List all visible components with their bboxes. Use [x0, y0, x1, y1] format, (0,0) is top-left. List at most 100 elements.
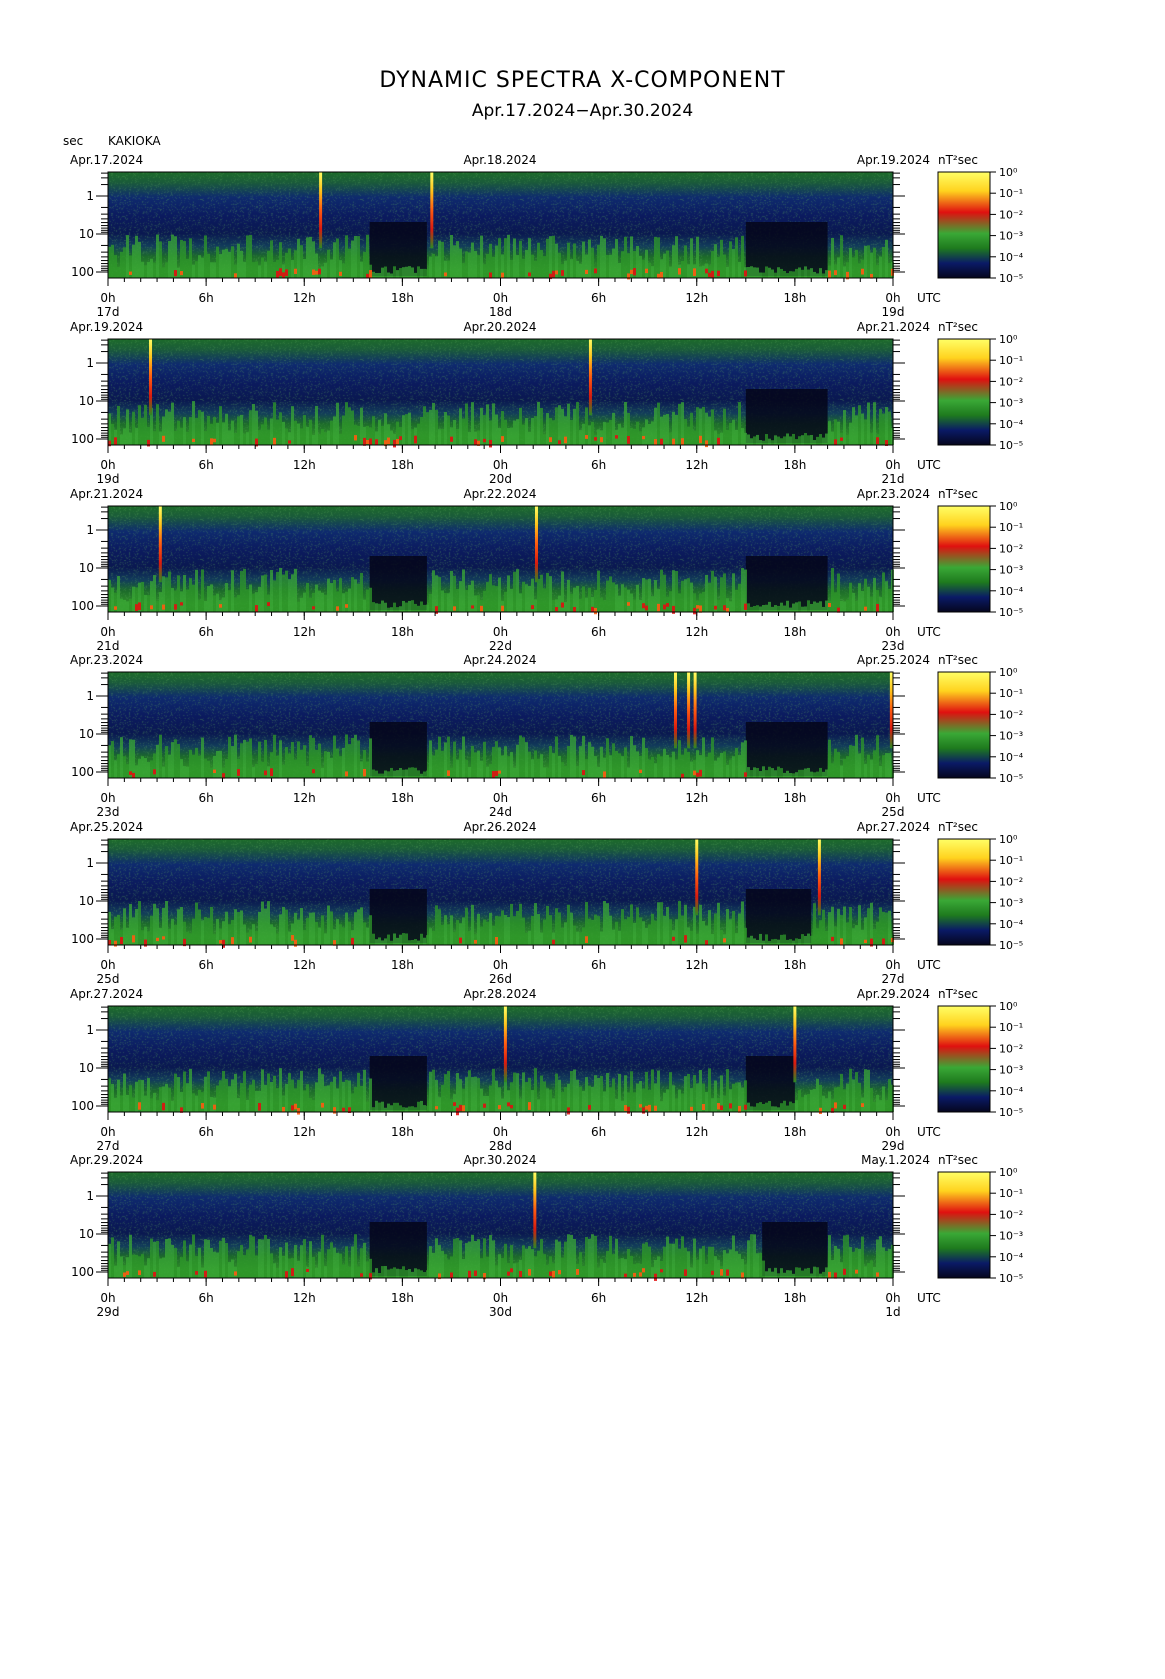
time-tick-label: 6h: [591, 958, 606, 972]
colorbar-tick-label: 10⁻¹: [999, 687, 1023, 700]
period-tick-label: 10: [79, 727, 94, 741]
colorbar-tick-label: 10⁻⁵: [999, 1106, 1023, 1119]
time-axis: [107, 1278, 894, 1286]
spectrogram-panel-6: Apr.27.2024 Apr.28.2024 Apr.29.2024 1 10 100 0…: [70, 987, 1024, 1153]
day-label: 24d: [489, 805, 512, 819]
period-tick-label: 100: [71, 765, 94, 779]
time-tick-label: 0h: [100, 1291, 115, 1305]
time-unit-label: UTC: [917, 625, 941, 639]
time-tick-label: 0h: [100, 625, 115, 639]
time-tick-label: 0h: [493, 791, 508, 805]
day-label: 23d: [882, 639, 905, 653]
spike-mark: [534, 506, 538, 583]
colorbar-tick-label: 10⁰: [999, 1166, 1018, 1179]
time-tick-label: 12h: [685, 791, 708, 805]
spectrogram-panel-2: Apr.19.2024 Apr.20.2024 Apr.21.2024 1 10 100 0…: [70, 320, 1024, 486]
colorbar-tick-label: 10⁻¹: [999, 521, 1023, 534]
time-tick-label: 0h: [100, 791, 115, 805]
spike-mark: [693, 672, 697, 749]
colorbar-tick-label: 10⁻³: [999, 1064, 1023, 1077]
panel-end-date: Apr.23.2024: [857, 487, 930, 501]
time-tick-label: 0h: [100, 458, 115, 472]
period-tick-label: 1: [86, 523, 94, 537]
colorbar-tick-label: 10⁻⁴: [999, 251, 1024, 264]
spectra-panels: Apr.17.2024 Apr.18.2024 Apr.19.2024 1 10 100 0…: [70, 153, 1024, 1319]
colorbar-tick-label: 10⁻⁴: [999, 1251, 1024, 1264]
colorbar-tick-label: 10⁻¹: [999, 1187, 1023, 1200]
time-tick-label: 18h: [391, 1291, 414, 1305]
day-label: 26d: [489, 972, 512, 986]
time-tick-label: 18h: [391, 291, 414, 305]
time-tick-label: 6h: [591, 625, 606, 639]
colorbar: [937, 338, 991, 446]
colorbar-tick-label: 10⁻⁴: [999, 418, 1024, 431]
colorbar-tick-label: 10⁻⁵: [999, 272, 1023, 285]
time-tick-label: 0h: [885, 458, 900, 472]
time-tick-label: 6h: [591, 291, 606, 305]
day-label: 21d: [97, 639, 120, 653]
colorbar-tick-label: 10⁻¹: [999, 187, 1023, 200]
colorbar-tick-label: 10⁻³: [999, 730, 1023, 743]
quiet-interval: [369, 722, 427, 776]
time-tick-label: 6h: [199, 625, 214, 639]
spike-mark: [503, 1006, 507, 1083]
colorbar-tick-label: 10⁻²: [999, 375, 1023, 388]
time-axis: [107, 445, 894, 453]
panel-end-date: Apr.29.2024: [857, 987, 930, 1001]
time-tick-label: 0h: [885, 791, 900, 805]
panel-end-date: Apr.21.2024: [857, 320, 930, 334]
panel-end-date: Apr.27.2024: [857, 820, 930, 834]
colorbar: [937, 171, 991, 279]
period-tick-label: 1: [86, 856, 94, 870]
time-tick-label: 0h: [885, 1125, 900, 1139]
day-label: 30d: [489, 1305, 512, 1319]
day-label: 22d: [489, 639, 512, 653]
colorbar-tick-label: 10⁻³: [999, 397, 1023, 410]
time-tick-label: 18h: [391, 958, 414, 972]
period-tick-label: 1: [86, 689, 94, 703]
quiet-interval: [369, 889, 427, 943]
period-tick-label: 100: [71, 432, 94, 446]
period-tick-label: 100: [71, 1099, 94, 1113]
time-axis: [107, 945, 894, 953]
day-label: 25d: [882, 805, 905, 819]
period-tick-label: 10: [79, 1227, 94, 1241]
time-tick-label: 18h: [783, 791, 806, 805]
spike-mark: [889, 672, 893, 749]
time-tick-label: 0h: [885, 291, 900, 305]
time-tick-label: 12h: [685, 625, 708, 639]
spectrogram-panel-3: Apr.21.2024 Apr.22.2024 Apr.23.2024 1 10 100 0…: [70, 487, 1024, 653]
time-unit-label: UTC: [917, 1125, 941, 1139]
time-tick-label: 18h: [391, 1125, 414, 1139]
time-tick-label: 12h: [685, 458, 708, 472]
colorbar-unit-label: nT²sec: [938, 153, 978, 167]
quiet-interval: [745, 722, 828, 776]
panel-mid-date: Apr.28.2024: [463, 987, 536, 1001]
time-tick-label: 6h: [591, 1291, 606, 1305]
spike-mark: [695, 839, 699, 916]
period-tick-label: 100: [71, 599, 94, 613]
colorbar-tick-label: 10⁻²: [999, 208, 1023, 221]
spectrogram-panel-7: Apr.29.2024 Apr.30.2024 May.1.2024 1 10 100 0h…: [70, 1153, 1024, 1319]
colorbar-tick-label: 10⁻³: [999, 1230, 1023, 1243]
colorbar-tick-label: 10⁰: [999, 166, 1018, 179]
time-tick-label: 0h: [885, 958, 900, 972]
panel-mid-date: Apr.18.2024: [463, 153, 536, 167]
time-tick-label: 12h: [293, 1291, 316, 1305]
panel-start-date: Apr.27.2024: [70, 987, 143, 1001]
time-tick-label: 6h: [199, 791, 214, 805]
spectrogram-panel-1: Apr.17.2024 Apr.18.2024 Apr.19.2024 1 10 100 0…: [70, 153, 1024, 319]
time-tick-label: 6h: [199, 958, 214, 972]
colorbar-tick-label: 10⁻⁵: [999, 606, 1023, 619]
period-tick-label: 1: [86, 1023, 94, 1037]
time-axis: [107, 612, 894, 620]
time-unit-label: UTC: [917, 291, 941, 305]
colorbar-tick-label: 10⁻³: [999, 564, 1023, 577]
time-tick-label: 18h: [391, 625, 414, 639]
colorbar-tick-label: 10⁻⁵: [999, 439, 1023, 452]
colorbar-tick-label: 10⁻⁵: [999, 1272, 1023, 1285]
day-label: 1d: [885, 1305, 900, 1319]
colorbar-tick-label: 10⁻⁴: [999, 1085, 1024, 1098]
time-tick-label: 0h: [100, 1125, 115, 1139]
day-label: 19d: [882, 305, 905, 319]
